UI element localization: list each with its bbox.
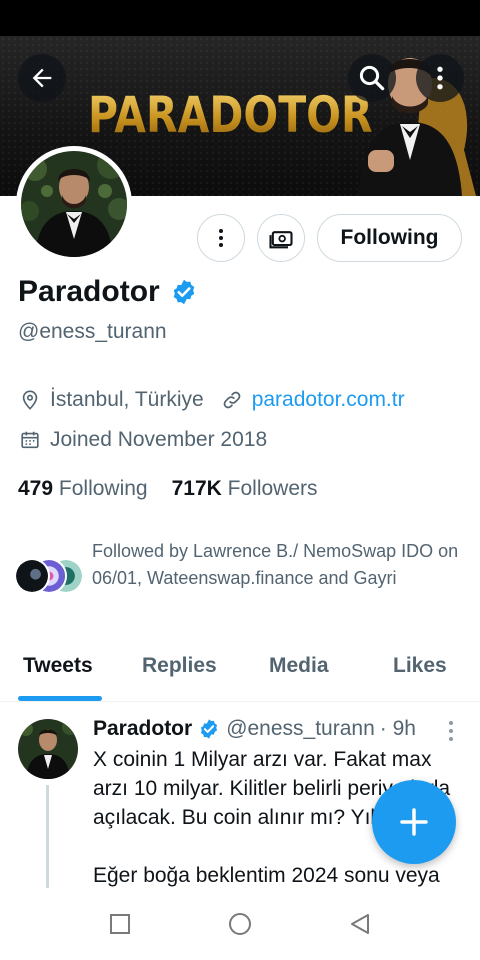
profile-tabs: Tweets Replies Media Likes bbox=[0, 640, 480, 702]
following-button[interactable]: Following bbox=[317, 214, 462, 262]
compose-tweet-button[interactable] bbox=[372, 780, 456, 864]
following-count-label: Following bbox=[58, 477, 148, 500]
followers-count-link[interactable]: 717K Followers bbox=[172, 477, 318, 501]
following-count: 479 bbox=[18, 477, 54, 500]
verified-badge-icon bbox=[173, 279, 194, 305]
tweet-time: · 9h bbox=[379, 717, 416, 740]
link-icon bbox=[220, 388, 244, 412]
followed-by-section[interactable]: Followed by Lawrence B./ NemoSwap IDO on… bbox=[14, 538, 474, 598]
search-icon bbox=[359, 65, 385, 91]
recents-button[interactable] bbox=[106, 910, 134, 938]
tip-button[interactable] bbox=[257, 214, 305, 262]
more-vertical-icon bbox=[219, 229, 223, 247]
profile-joined-date: Joined November 2018 bbox=[50, 428, 268, 451]
home-button[interactable] bbox=[226, 910, 254, 938]
verified-badge-icon bbox=[201, 719, 218, 739]
profile-meta-joined: Joined November 2018 bbox=[18, 428, 267, 452]
display-name: Paradotor bbox=[18, 275, 160, 308]
profile-avatar-ring[interactable] bbox=[16, 146, 132, 262]
avatar bbox=[19, 151, 130, 257]
arrow-left-icon bbox=[32, 68, 52, 88]
triangle-back-icon bbox=[351, 914, 369, 934]
followed-by-text: Followed by Lawrence B./ NemoSwap IDO on… bbox=[92, 541, 459, 588]
tab-media[interactable]: Media bbox=[269, 654, 329, 678]
location-pin-icon bbox=[18, 388, 42, 412]
tab-replies[interactable]: Replies bbox=[142, 654, 217, 678]
profile-handle: @eness_turann bbox=[18, 320, 167, 343]
square-icon bbox=[110, 914, 130, 934]
more-vertical-icon bbox=[449, 721, 453, 741]
back-button[interactable] bbox=[18, 54, 66, 102]
search-button[interactable] bbox=[348, 54, 396, 102]
status-bar bbox=[0, 0, 480, 36]
profile-meta-location-website: İstanbul, Türkiye paradotor.com.tr bbox=[18, 388, 405, 412]
followers-count-label: Followers bbox=[227, 477, 318, 500]
tweet-author-handle: @eness_turann bbox=[226, 717, 375, 740]
tweet-more-button[interactable] bbox=[444, 719, 458, 748]
more-options-button[interactable] bbox=[416, 54, 464, 102]
tab-likes[interactable]: Likes bbox=[393, 654, 447, 678]
tweet-header: Paradotor @eness_turann · 9h bbox=[93, 717, 416, 741]
system-navigation-bar bbox=[0, 888, 480, 960]
calendar-icon bbox=[18, 428, 42, 452]
tab-tweets[interactable]: Tweets bbox=[23, 654, 93, 678]
banner-logo-text: PARADOTOR bbox=[88, 86, 373, 144]
thread-line bbox=[46, 785, 49, 889]
money-icon bbox=[269, 231, 293, 249]
profile-more-button[interactable] bbox=[197, 214, 245, 262]
tweet-author-avatar[interactable] bbox=[18, 719, 78, 779]
followed-by-avatars bbox=[14, 558, 88, 598]
profile-location: İstanbul, Türkiye bbox=[50, 388, 204, 411]
profile-name-row: Paradotor bbox=[18, 275, 198, 309]
followers-count: 717K bbox=[171, 477, 222, 500]
plus-icon bbox=[400, 808, 428, 836]
tweet-author-name[interactable]: Paradotor bbox=[93, 717, 192, 741]
follow-counts: 479 Following 717K Followers bbox=[18, 477, 318, 501]
back-nav-button[interactable] bbox=[346, 910, 374, 938]
following-count-link[interactable]: 479 Following bbox=[18, 477, 148, 501]
circle-icon bbox=[229, 913, 251, 935]
active-tab-indicator bbox=[18, 696, 102, 701]
follower-avatar bbox=[14, 558, 50, 594]
more-vertical-icon bbox=[437, 66, 443, 90]
profile-website-link[interactable]: paradotor.com.tr bbox=[252, 388, 405, 412]
